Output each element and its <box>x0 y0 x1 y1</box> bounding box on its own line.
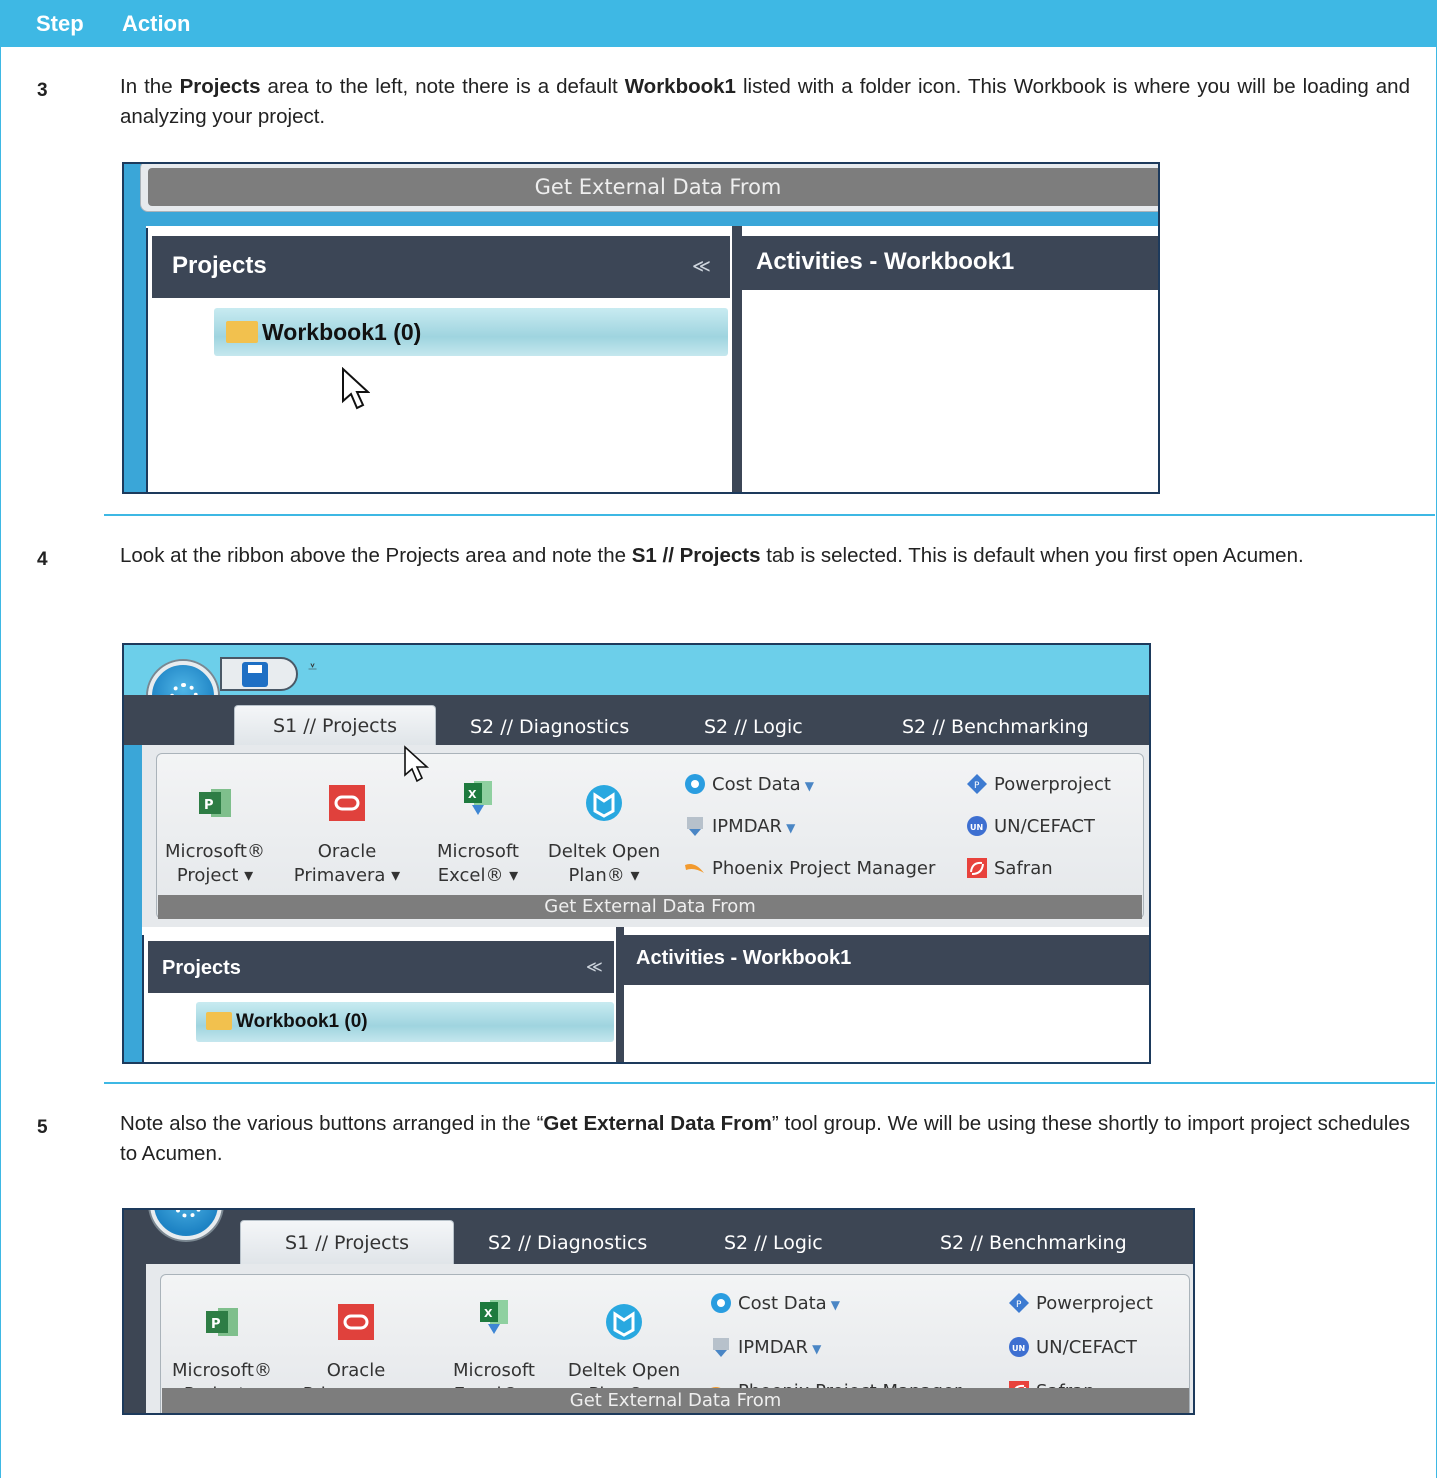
tab-s2-benchmarking[interactable]: S2 // Benchmarking <box>902 716 1089 738</box>
tab-s2-benchmarking[interactable]: S2 // Benchmarking <box>940 1232 1127 1254</box>
step-number: 5 <box>37 1117 48 1138</box>
svg-text:P: P <box>1016 1300 1022 1310</box>
tab-s2-diagnostics[interactable]: S2 // Diagnostics <box>470 716 629 738</box>
powerproject-icon: P <box>967 774 987 794</box>
tab-s2-diagnostics[interactable]: S2 // Diagnostics <box>488 1232 647 1254</box>
phoenix-icon <box>685 864 704 873</box>
ms-project-icon: P <box>199 789 231 817</box>
uncefact-icon: UN <box>967 816 987 836</box>
activities-title: Activities - Workbook1 <box>756 248 1015 275</box>
oracle-primavera-button[interactable]: OraclePrimavera ▾ <box>292 783 402 888</box>
phoenix-button[interactable]: Phoenix Project Manager <box>684 857 935 879</box>
action-column-header: Action <box>122 11 191 36</box>
ms-excel-icon: X <box>464 781 492 815</box>
ipmdar-button[interactable]: IPMDAR ▼ <box>710 1336 821 1358</box>
svg-text:X: X <box>484 1307 493 1320</box>
screenshot-projects-pane: Get External Data From Projects ≪ Workbo… <box>122 162 1160 494</box>
deltek-icon <box>606 1304 642 1340</box>
deltek-icon <box>586 785 622 821</box>
ipmdar-icon <box>713 1338 729 1357</box>
ms-project-button[interactable]: P Microsoft®Project ▾ <box>160 783 270 888</box>
table-header: Step Action <box>0 0 1437 47</box>
svg-text:P: P <box>974 781 980 791</box>
svg-text:X: X <box>468 788 477 801</box>
safran-icon <box>967 858 987 878</box>
step-text: Look at the ribbon above the Projects ar… <box>120 544 1304 567</box>
projects-panel-header: Projects ≪ <box>152 236 730 298</box>
quick-access-toolbar <box>220 657 298 691</box>
cost-data-button[interactable]: Cost Data ▼ <box>710 1292 840 1314</box>
folder-icon <box>206 1012 232 1030</box>
step-number: 4 <box>37 549 48 570</box>
workbook-item[interactable]: Workbook1 (0) <box>196 1002 614 1042</box>
group-label: Get External Data From <box>148 168 1158 206</box>
svg-text:UN: UN <box>1012 1344 1025 1353</box>
step-column-header: Step <box>36 11 84 36</box>
step-text: Note also the various buttons arranged i… <box>120 1112 1410 1165</box>
uncefact-icon: UN <box>1009 1337 1029 1357</box>
svg-text:P: P <box>211 1317 221 1332</box>
svg-text:UN: UN <box>970 823 983 832</box>
collapse-icon[interactable]: ≪ <box>692 256 711 277</box>
deltek-open-plan-button[interactable]: Deltek OpenPlan® ▾ <box>542 783 666 888</box>
mouse-cursor-icon <box>404 745 430 783</box>
tab-s2-logic[interactable]: S2 // Logic <box>704 716 803 738</box>
cost-data-icon <box>685 774 705 794</box>
collapse-icon[interactable]: ≪ <box>586 957 603 977</box>
ipmdar-button[interactable]: IPMDAR ▼ <box>684 815 795 837</box>
ipmdar-icon <box>687 817 703 836</box>
step-number: 3 <box>37 80 48 101</box>
activities-panel-header: Activities - Workbook1 <box>742 236 1158 290</box>
uncefact-button[interactable]: UN UN/CEFACT <box>1008 1336 1137 1358</box>
row-separator <box>104 1082 1435 1084</box>
powerproject-button[interactable]: P Powerproject <box>966 773 1111 795</box>
projects-title: Projects <box>162 957 241 979</box>
ms-project-icon: P <box>206 1308 238 1336</box>
svg-text:P: P <box>204 798 214 813</box>
activities-title: Activities - Workbook1 <box>636 947 852 969</box>
projects-panel-header: Projects ≪ <box>148 941 614 993</box>
tab-s1-projects[interactable]: S1 // Projects <box>234 705 436 747</box>
uncefact-button[interactable]: UN UN/CEFACT <box>966 815 1095 837</box>
tab-s1-projects[interactable]: S1 // Projects <box>240 1220 454 1266</box>
save-icon[interactable] <box>242 662 268 687</box>
projects-title: Projects <box>172 252 267 279</box>
screenshot-ribbon: ⩡ S1 // Projects S2 // Diagnostics S2 //… <box>122 643 1151 1064</box>
activities-panel-header: Activities - Workbook1 <box>624 935 1149 985</box>
safran-button[interactable]: Safran <box>966 857 1053 879</box>
screenshot-get-external-data: S1 // Projects S2 // Diagnostics S2 // L… <box>122 1208 1195 1415</box>
cost-data-icon <box>711 1293 731 1313</box>
powerproject-icon: P <box>1009 1293 1029 1313</box>
customize-qat-icon[interactable]: ⩡ <box>308 659 317 677</box>
oracle-icon <box>329 785 365 821</box>
group-label: Get External Data From <box>162 1388 1189 1413</box>
app-orb-icon[interactable] <box>150 1210 222 1240</box>
cost-data-button[interactable]: Cost Data ▼ <box>684 773 814 795</box>
group-label: Get External Data From <box>158 895 1142 919</box>
row-separator <box>104 514 1435 516</box>
ms-excel-button[interactable]: X MicrosoftExcel® ▾ <box>428 781 528 888</box>
step-text: In the Projects area to the left, note t… <box>120 75 1410 128</box>
powerproject-button[interactable]: P Powerproject <box>1008 1292 1153 1314</box>
ms-excel-icon: X <box>480 1300 508 1334</box>
workbook-item[interactable]: Workbook1 (0) <box>214 308 728 356</box>
tab-s2-logic[interactable]: S2 // Logic <box>724 1232 823 1254</box>
oracle-icon <box>338 1304 374 1340</box>
folder-icon <box>226 321 258 343</box>
mouse-cursor-icon <box>342 367 370 410</box>
